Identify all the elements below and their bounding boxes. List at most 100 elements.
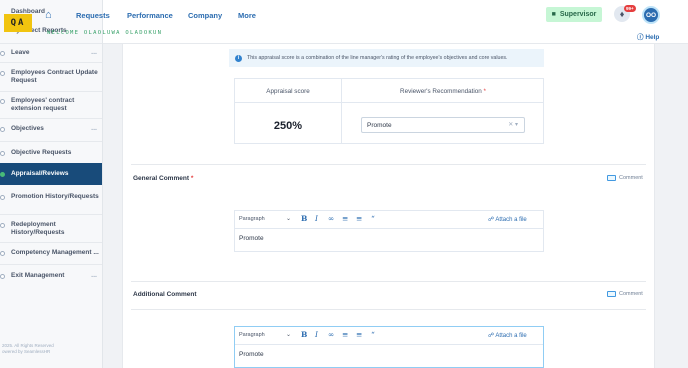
italic-icon[interactable]: I xyxy=(315,330,318,339)
recommendation-value: Promote xyxy=(367,121,392,129)
sidebar-item-label: Appraisal/Reviews xyxy=(11,170,69,177)
chevron-down-icon[interactable]: ⌄ xyxy=(286,331,291,338)
sidebar-item-label: Employees' contract extension request xyxy=(11,97,75,112)
sidebar-item-appraisal-reviews[interactable]: Appraisal/Reviews xyxy=(0,163,102,185)
divider xyxy=(0,62,102,63)
divider xyxy=(131,164,646,165)
editor-toolbar: Paragraph ⌄ B I ∞ ≡ ≡ “ ☍ Attach a file xyxy=(235,211,543,229)
exit-icon xyxy=(0,274,5,279)
comment-icon xyxy=(607,291,616,297)
top-bar: ⌂ Requests Performance Company More WELC… xyxy=(45,0,688,44)
divider xyxy=(131,281,646,282)
sidebar-item-label: Redeployment History/Requests xyxy=(11,221,65,236)
clear-and-chevron-icon[interactable]: ✕ ▾ xyxy=(508,121,518,128)
promotion-icon xyxy=(0,195,5,200)
bold-icon[interactable]: B xyxy=(301,214,307,223)
competency-icon xyxy=(0,251,5,256)
general-comment-label: General Comment * xyxy=(133,175,193,182)
attach-label: Attach a file xyxy=(495,333,527,339)
appraisal-score-value: 250% xyxy=(273,120,303,132)
info-icon: i xyxy=(235,54,242,62)
notification-badge: 99+ xyxy=(624,5,636,12)
redeployment-icon xyxy=(0,223,5,228)
sidebar-item-label: Objective Requests xyxy=(11,149,72,156)
additional-comment-text[interactable]: Promote xyxy=(235,345,543,367)
divider xyxy=(0,43,102,44)
main-content: i This appraisal score is a combination … xyxy=(122,44,655,368)
home-icon[interactable]: ⌂ xyxy=(45,9,52,21)
attach-file-button[interactable]: ☍ Attach a file xyxy=(488,216,527,223)
chevron-down-icon[interactable]: ⌄ xyxy=(286,215,291,222)
quote-icon[interactable]: “ xyxy=(371,330,375,339)
comment-link-label: Comment xyxy=(619,291,643,297)
table-divider xyxy=(235,102,543,103)
additional-comment-link[interactable]: Comment xyxy=(607,291,643,297)
welcome-text: WELCOME OLAOLUWA OLADOKUN xyxy=(47,30,163,36)
sidebar-item-promotion[interactable]: Promotion History/Requests xyxy=(0,193,102,201)
numbered-list-icon[interactable]: ≡ xyxy=(356,330,362,339)
numbered-list-icon[interactable]: ≡ xyxy=(356,214,362,223)
powered-by-text: owered by SeamlessHR xyxy=(2,349,51,354)
sidebar-item-label: Competency Management ... xyxy=(11,249,99,256)
additional-comment-label: Additional Comment xyxy=(133,291,197,298)
editor-toolbar: Paragraph ⌄ B I ∞ ≡ ≡ “ ☍ Attach a file xyxy=(235,327,543,345)
nav-performance[interactable]: Performance xyxy=(127,11,173,20)
leave-icon xyxy=(0,51,5,56)
link-icon[interactable]: ∞ xyxy=(328,214,334,223)
sidebar-item-leave[interactable]: Leave ... xyxy=(0,49,102,57)
sidebar-item-label: Objectives xyxy=(11,125,44,132)
user-icon: ■ xyxy=(551,11,556,18)
appraisal-score-table: Appraisal score Reviewer's Recommendatio… xyxy=(234,78,544,144)
required-mark: * xyxy=(483,88,486,95)
sidebar: Dashboard My Direct Reports QA Leave ...… xyxy=(0,0,103,368)
quote-icon[interactable]: “ xyxy=(371,214,375,223)
objective-requests-icon xyxy=(0,151,5,156)
nav-requests[interactable]: Requests xyxy=(76,11,110,20)
info-banner: i This appraisal score is a combination … xyxy=(229,49,544,67)
qa-logo: QA xyxy=(4,14,32,32)
nav-more[interactable]: More xyxy=(238,11,256,20)
general-comment-editor: Paragraph ⌄ B I ∞ ≡ ≡ “ ☍ Attach a file … xyxy=(234,210,544,252)
general-comment-text[interactable]: Promote xyxy=(235,229,543,251)
required-mark: * xyxy=(190,175,194,182)
attach-label: Attach a file xyxy=(495,217,527,223)
general-comment-link[interactable]: Comment xyxy=(607,175,643,181)
nav-company[interactable]: Company xyxy=(188,11,222,20)
appraisal-icon xyxy=(0,172,5,177)
sidebar-item-exit[interactable]: Exit Management ... xyxy=(0,272,102,280)
bullet-list-icon[interactable]: ≡ xyxy=(342,214,348,223)
link-icon[interactable]: ∞ xyxy=(328,330,334,339)
bullet-list-icon[interactable]: ≡ xyxy=(342,330,348,339)
divider xyxy=(0,242,102,243)
contract-extension-icon xyxy=(0,99,5,104)
sidebar-item-label: Promotion History/Requests xyxy=(11,193,99,200)
chevron-icon: ... xyxy=(91,272,97,279)
chevron-icon: ... xyxy=(91,125,97,132)
recommendation-header-label: Reviewer's Recommendation xyxy=(400,88,482,95)
bold-icon[interactable]: B xyxy=(301,330,307,339)
divider xyxy=(0,141,102,142)
recommendation-select[interactable]: Promote ✕ ▾ xyxy=(361,117,525,133)
role-switch-button[interactable]: ■ Supervisor xyxy=(546,7,602,22)
paragraph-select[interactable]: Paragraph xyxy=(239,216,265,222)
avatar[interactable]: OO xyxy=(642,6,660,24)
general-comment-label-text: General Comment xyxy=(133,175,189,182)
sidebar-item-label: Exit Management xyxy=(11,272,65,279)
sidebar-item-contract-update[interactable]: Employees Contract Update Request xyxy=(0,69,102,85)
sidebar-item-objective-requests[interactable]: Objective Requests xyxy=(0,149,102,157)
italic-icon[interactable]: I xyxy=(315,214,318,223)
paragraph-select[interactable]: Paragraph xyxy=(239,332,265,338)
sidebar-item-redeployment[interactable]: Redeployment History/Requests xyxy=(0,221,102,237)
sidebar-item-objectives[interactable]: Objectives ... xyxy=(0,125,102,133)
recommendation-header: Reviewer's Recommendation * xyxy=(342,88,544,95)
sidebar-item-label: Leave xyxy=(11,49,30,56)
divider xyxy=(0,91,102,92)
divider xyxy=(0,264,102,265)
sidebar-item-competency[interactable]: Competency Management ... xyxy=(0,249,102,257)
comment-link-label: Comment xyxy=(619,175,643,181)
help-link[interactable]: ⓘ Help xyxy=(637,31,659,41)
sidebar-item-contract-extension[interactable]: Employees' contract extension request xyxy=(0,97,102,113)
divider xyxy=(131,309,646,310)
attach-file-button[interactable]: ☍ Attach a file xyxy=(488,332,527,339)
info-text: This appraisal score is a combination of… xyxy=(247,55,508,61)
